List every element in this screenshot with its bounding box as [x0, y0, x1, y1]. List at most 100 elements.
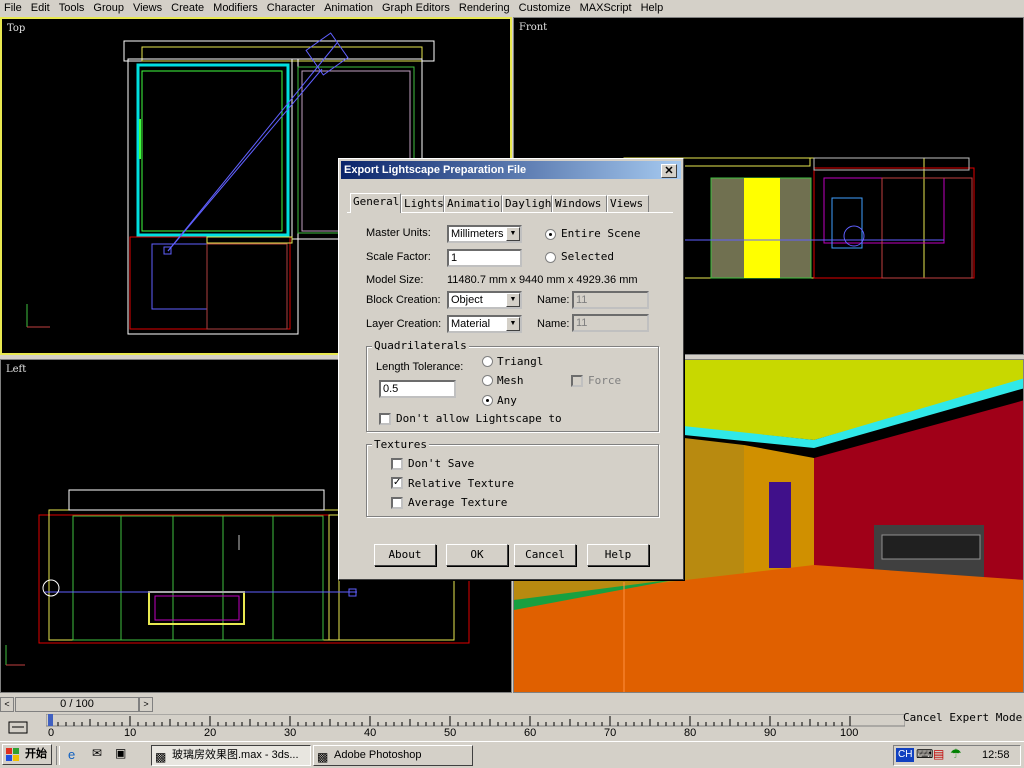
tab-lights[interactable]: Lights [401, 195, 444, 212]
clock: 12:58 [982, 749, 1010, 761]
tick-20: 20 [204, 727, 217, 739]
block-name-label: Name: [537, 294, 570, 306]
selected-radio[interactable] [545, 252, 556, 263]
show-desktop-icon[interactable]: ▣ [115, 746, 126, 760]
viewport-left-label: Left [6, 364, 27, 375]
tab-windows[interactable]: Windows [552, 195, 607, 212]
cancel-button[interactable]: Cancel [514, 544, 576, 566]
menu-create[interactable]: Create [167, 0, 209, 17]
menu-file[interactable]: File [0, 0, 27, 17]
menu-tools[interactable]: Tools [55, 0, 90, 17]
average-texture-label: Average Texture [408, 496, 508, 509]
export-lightscape-dialog: Export Lightscape Preparation File ✕ Gen… [338, 158, 684, 580]
menu-customize[interactable]: Customize [515, 0, 576, 17]
block-creation-value: Object [451, 294, 483, 306]
umbrella-icon[interactable]: ☂ [950, 746, 962, 762]
textures-title: Textures [372, 438, 429, 451]
tick-100: 100 [840, 727, 859, 739]
task-photoshop-label: Adobe Photoshop [334, 749, 422, 761]
quadrilaterals-title: Quadrilaterals [372, 339, 469, 352]
chevron-down-icon: ▼ [506, 317, 520, 331]
tab-general[interactable]: General [350, 193, 401, 213]
tick-90: 90 [764, 727, 777, 739]
layer-creation-label: Layer Creation: [366, 318, 442, 330]
mesh-label: Mesh [497, 374, 524, 387]
relative-texture-checkbox[interactable]: ✓ [391, 477, 403, 489]
language-indicator[interactable]: CH [896, 748, 915, 762]
block-name-input[interactable]: 11 [572, 291, 649, 309]
tab-daylight[interactable]: Daylight [502, 195, 552, 212]
time-slider-thumb[interactable]: 0 / 100 [15, 697, 139, 712]
layer-creation-value: Material [451, 318, 491, 330]
filter-icon[interactable] [6, 720, 32, 736]
tick-30: 30 [284, 727, 297, 739]
network-icon[interactable]: ▤ [933, 747, 944, 761]
task-photoshop[interactable]: ▩ Adobe Photoshop [313, 745, 473, 766]
layer-creation-select[interactable]: Material ▼ [447, 315, 522, 333]
menu-edit[interactable]: Edit [27, 0, 55, 17]
average-texture-checkbox[interactable] [391, 497, 403, 509]
length-tolerance-label: Length Tolerance: [376, 361, 464, 373]
tick-0: 0 [48, 727, 55, 739]
timeline[interactable]: 0 10 20 30 40 50 60 70 80 90 100 [0, 714, 905, 740]
menu-character[interactable]: Character [263, 0, 320, 17]
keyboard-icon[interactable]: ⌨ [916, 747, 933, 761]
close-icon: ✕ [664, 165, 674, 177]
viewport-front-label: Front [519, 22, 548, 33]
outlook-icon[interactable]: ✉ [92, 746, 102, 760]
any-label: Any [497, 394, 517, 407]
windows-logo-icon [6, 748, 20, 761]
entire-scene-label: Entire Scene [561, 227, 641, 240]
dont-allow-label: Don't allow Lightscape to [396, 412, 562, 425]
tick-80: 80 [684, 727, 697, 739]
dont-allow-checkbox[interactable] [379, 413, 391, 425]
about-button[interactable]: About [374, 544, 436, 566]
help-button[interactable]: Help [587, 544, 649, 566]
time-slider-bar: < 0 / 100 > [0, 696, 905, 714]
dont-save-checkbox[interactable] [391, 458, 403, 470]
mesh-radio[interactable] [482, 375, 493, 386]
menu-maxscript[interactable]: MAXScript [576, 0, 637, 17]
tick-60: 60 [524, 727, 537, 739]
start-button[interactable]: 开始 [2, 744, 52, 765]
tab-views[interactable]: Views [607, 195, 649, 212]
prev-frame-button[interactable]: < [0, 697, 14, 712]
next-frame-button[interactable]: > [139, 697, 153, 712]
menu-views[interactable]: Views [129, 0, 167, 17]
master-units-label: Master Units: [366, 227, 431, 239]
master-units-select[interactable]: Millimeters ▼ [447, 225, 522, 243]
menu-help[interactable]: Help [637, 0, 669, 17]
expert-mode-text[interactable]: Cancel Expert Mode [903, 711, 1022, 724]
length-tolerance-input[interactable]: 0.5 [379, 380, 456, 398]
chevron-down-icon: ▼ [506, 293, 520, 307]
model-size-value: 11480.7 mm x 9440 mm x 4929.36 mm [447, 274, 638, 286]
task-3dsmax[interactable]: ▩ 玻璃房效果图.max - 3ds... [151, 745, 311, 766]
chevron-left-icon: < [4, 699, 10, 709]
ie-icon[interactable]: e [68, 747, 75, 762]
selected-label: Selected [561, 250, 614, 263]
tab-animation[interactable]: Animation [444, 195, 502, 212]
dialog-title: Export Lightscape Preparation File [344, 164, 527, 176]
entire-scene-radio[interactable] [545, 229, 556, 240]
block-creation-select[interactable]: Object ▼ [447, 291, 522, 309]
menu-rendering[interactable]: Rendering [455, 0, 515, 17]
ok-button[interactable]: OK [446, 544, 508, 566]
layer-name-input[interactable]: 11 [572, 314, 649, 332]
any-radio[interactable] [482, 395, 493, 406]
scale-factor-input[interactable]: 1 [447, 249, 522, 267]
triangle-radio[interactable] [482, 356, 493, 367]
menu-group[interactable]: Group [89, 0, 129, 17]
taskbar: 开始 e ✉ ▣ ▩ 玻璃房效果图.max - 3ds... ▩ Adobe P… [0, 741, 1024, 768]
dont-save-label: Don't Save [408, 457, 475, 470]
menu-graph-editors[interactable]: Graph Editors [378, 0, 455, 17]
tick-10: 10 [124, 727, 137, 739]
viewport-top-label: Top [7, 23, 26, 34]
chevron-down-icon: ▼ [506, 227, 520, 241]
force-checkbox[interactable] [571, 375, 583, 387]
close-button[interactable]: ✕ [661, 164, 677, 178]
dialog-title-bar[interactable]: Export Lightscape Preparation File ✕ [341, 161, 681, 179]
scale-factor-label: Scale Factor: [366, 251, 431, 263]
menu-modifiers[interactable]: Modifiers [209, 0, 263, 17]
menu-animation[interactable]: Animation [320, 0, 378, 17]
taskbar-separator [56, 746, 60, 765]
